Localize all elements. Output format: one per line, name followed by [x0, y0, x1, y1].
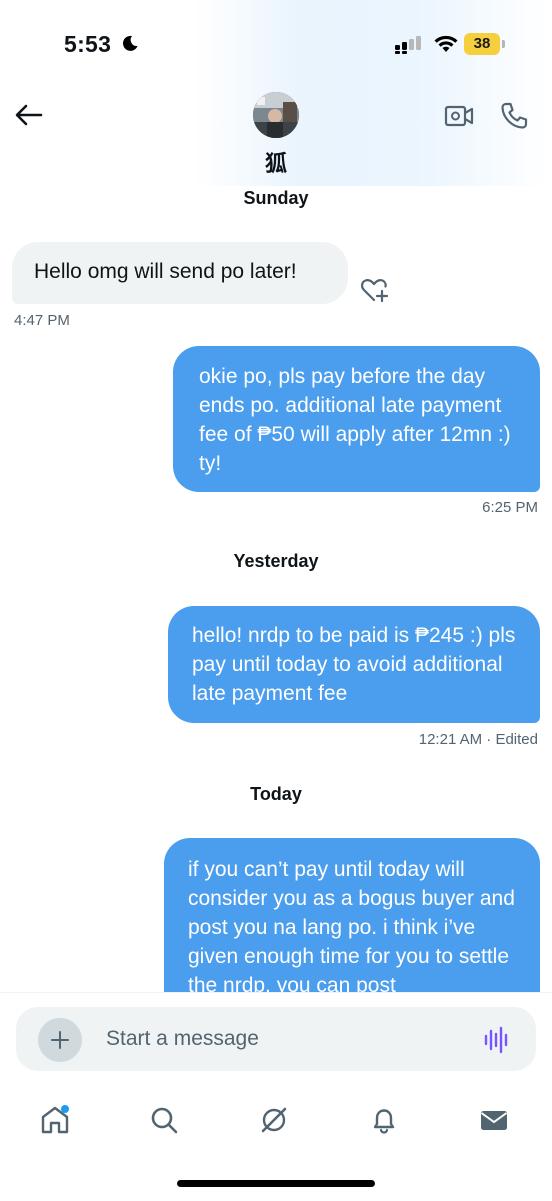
signal-icon: [395, 36, 421, 54]
contact-avatar[interactable]: [253, 92, 299, 138]
status-time: 5:53: [64, 31, 112, 57]
voice-message-button[interactable]: [482, 1025, 512, 1055]
day-separator: Yesterday: [233, 551, 319, 571]
tab-notifications[interactable]: [360, 1096, 408, 1144]
home-indicator: [177, 1180, 375, 1187]
home-icon: [41, 1105, 69, 1134]
tab-home[interactable]: [31, 1096, 79, 1144]
tab-messages[interactable]: [470, 1096, 518, 1144]
add-reaction-button[interactable]: [360, 276, 390, 304]
avatar-image: [253, 92, 299, 138]
day-separator: Sunday: [243, 188, 309, 208]
tab-grok[interactable]: [250, 1096, 298, 1144]
day-separator: Today: [250, 784, 302, 804]
wifi-icon: [434, 35, 458, 52]
notifications-icon: [373, 1109, 395, 1134]
plus-icon: [51, 1031, 69, 1049]
back-button[interactable]: [12, 98, 46, 132]
message-timestamp: 6:25 PM: [482, 499, 538, 516]
heart-plus-icon: [361, 279, 389, 303]
messages-icon: [480, 1111, 508, 1130]
search-icon: [151, 1107, 178, 1134]
message-input[interactable]: [106, 1024, 446, 1054]
phone-call-button[interactable]: [498, 100, 530, 132]
arrow-left-icon: [15, 104, 43, 126]
phone-icon: [501, 102, 528, 129]
tab-bar: [0, 1096, 552, 1144]
message-composer: [16, 1007, 536, 1071]
message-bubble-outgoing[interactable]: okie po, pls pay before the day ends po.…: [173, 346, 540, 492]
message-bubble-outgoing[interactable]: hello! nrdp to be paid is ₱245 :) pls pa…: [168, 606, 540, 723]
moon-icon: [122, 35, 138, 51]
add-media-button[interactable]: [38, 1018, 82, 1062]
battery-indicator: 38: [464, 33, 508, 55]
message-timestamp: 4:47 PM: [14, 312, 70, 329]
video-call-button[interactable]: [443, 100, 475, 132]
tab-search[interactable]: [140, 1096, 188, 1144]
voice-waveform-icon: [484, 1026, 508, 1054]
message-timestamp-edited: 12:21 AM · Edited: [418, 731, 538, 748]
battery-level: 38: [473, 35, 491, 52]
status-bar: 5:53 38: [0, 0, 552, 90]
message-bubble-incoming[interactable]: Hello omg will send po later!: [12, 242, 348, 304]
video-call-icon: [444, 105, 474, 127]
contact-name[interactable]: 狐: [0, 146, 552, 178]
grok-icon: [261, 1107, 287, 1133]
